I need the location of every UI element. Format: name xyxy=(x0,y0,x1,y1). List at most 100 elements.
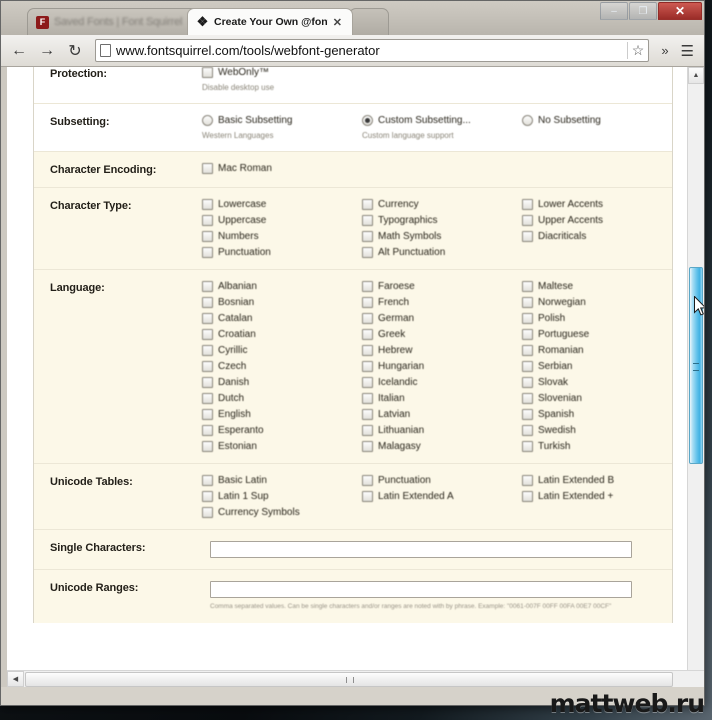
checkbox-icon[interactable] xyxy=(362,491,373,502)
checkbox-icon[interactable] xyxy=(202,441,213,452)
checkbox-icon[interactable] xyxy=(362,247,373,258)
checkbox-icon[interactable] xyxy=(522,281,533,292)
option-checkbox[interactable]: Lithuanian xyxy=(362,425,522,436)
option-checkbox[interactable]: Catalan xyxy=(202,313,362,324)
option-checkbox[interactable]: French xyxy=(362,297,522,308)
option-checkbox[interactable]: Bosnian xyxy=(202,297,362,308)
option-checkbox[interactable]: Italian xyxy=(362,393,522,404)
checkbox-icon[interactable] xyxy=(362,345,373,356)
checkbox-icon[interactable] xyxy=(362,215,373,226)
option-checkbox[interactable]: Danish xyxy=(202,377,362,388)
option-checkbox[interactable]: Latin Extended + xyxy=(522,491,682,502)
option-checkbox[interactable]: English xyxy=(202,409,362,420)
scroll-left-icon[interactable]: ◀ xyxy=(7,671,24,687)
checkbox-icon[interactable] xyxy=(522,377,533,388)
radio-icon[interactable] xyxy=(202,115,213,126)
option-checkbox[interactable]: Cyrillic xyxy=(202,345,362,356)
option-checkbox[interactable]: Diacriticals xyxy=(522,231,682,242)
horizontal-scrollbar[interactable]: ◀ xyxy=(7,670,704,687)
single-characters-input[interactable] xyxy=(210,541,632,558)
checkbox-icon[interactable] xyxy=(362,297,373,308)
checkbox-icon[interactable] xyxy=(522,409,533,420)
option-checkbox[interactable]: Norwegian xyxy=(522,297,682,308)
option-checkbox[interactable]: Latin 1 Sup xyxy=(202,491,362,502)
checkbox-icon[interactable] xyxy=(202,199,213,210)
option-checkbox[interactable]: Basic Latin xyxy=(202,475,362,486)
new-tab-button[interactable] xyxy=(349,8,389,35)
checkbox-icon[interactable] xyxy=(362,329,373,340)
checkbox-icon[interactable] xyxy=(522,361,533,372)
option-checkbox[interactable]: German xyxy=(362,313,522,324)
checkbox-icon[interactable] xyxy=(362,199,373,210)
checkbox-icon[interactable] xyxy=(522,313,533,324)
option-checkbox[interactable]: Alt Punctuation xyxy=(362,247,522,258)
option-checkbox[interactable]: Hungarian xyxy=(362,361,522,372)
checkbox-icon[interactable] xyxy=(202,393,213,404)
checkbox-icon[interactable] xyxy=(362,313,373,324)
option-checkbox[interactable]: Slovenian xyxy=(522,393,682,404)
option-checkbox[interactable]: Esperanto xyxy=(202,425,362,436)
checkbox-icon[interactable] xyxy=(362,281,373,292)
checkbox-icon[interactable] xyxy=(202,507,213,518)
checkbox-icon[interactable] xyxy=(202,313,213,324)
checkbox-icon[interactable] xyxy=(522,297,533,308)
option-checkbox[interactable]: Greek xyxy=(362,329,522,340)
option-checkbox[interactable]: Mac Roman xyxy=(202,163,362,174)
option-checkbox[interactable]: Dutch xyxy=(202,393,362,404)
option-checkbox[interactable]: Swedish xyxy=(522,425,682,436)
radio-icon[interactable] xyxy=(522,115,533,126)
checkbox-icon[interactable] xyxy=(202,491,213,502)
overflow-chevron-icon[interactable]: » xyxy=(657,39,672,63)
tab-create-your-own-font[interactable]: ❖ Create Your Own @font-f ✕ xyxy=(187,8,353,35)
horizontal-scrollbar-thumb[interactable] xyxy=(25,671,673,687)
option-checkbox[interactable]: Albanian xyxy=(202,281,362,292)
option-checkbox[interactable]: Uppercase xyxy=(202,215,362,226)
vertical-scrollbar[interactable]: ▲ ▼ xyxy=(687,67,704,687)
checkbox-icon[interactable] xyxy=(362,475,373,486)
checkbox-icon[interactable] xyxy=(522,329,533,340)
option-checkbox[interactable]: Latin Extended A xyxy=(362,491,522,502)
radio-icon[interactable] xyxy=(362,115,373,126)
checkbox-icon[interactable] xyxy=(202,163,213,174)
option-checkbox[interactable]: Romanian xyxy=(522,345,682,356)
option-checkbox[interactable]: Upper Accents xyxy=(522,215,682,226)
option-checkbox[interactable]: Maltese xyxy=(522,281,682,292)
option-checkbox[interactable]: Punctuation xyxy=(362,475,522,486)
vertical-scrollbar-thumb[interactable] xyxy=(689,267,704,464)
checkbox-icon[interactable] xyxy=(202,475,213,486)
checkbox-icon[interactable] xyxy=(362,361,373,372)
checkbox-icon[interactable] xyxy=(202,247,213,258)
option-checkbox[interactable]: WebOnly™ xyxy=(202,67,362,78)
option-checkbox[interactable]: Polish xyxy=(522,313,682,324)
option-checkbox[interactable]: Portuguese xyxy=(522,329,682,340)
checkbox-icon[interactable] xyxy=(202,377,213,388)
minimize-button[interactable]: – xyxy=(600,2,628,20)
checkbox-icon[interactable] xyxy=(202,215,213,226)
option-checkbox[interactable]: Lower Accents xyxy=(522,199,682,210)
checkbox-icon[interactable] xyxy=(522,215,533,226)
option-checkbox[interactable]: Math Symbols xyxy=(362,231,522,242)
checkbox-icon[interactable] xyxy=(202,361,213,372)
unicode-ranges-input[interactable] xyxy=(210,581,632,598)
close-window-button[interactable]: ✕ xyxy=(658,2,702,20)
checkbox-icon[interactable] xyxy=(362,409,373,420)
bookmark-star-icon[interactable]: ☆ xyxy=(626,42,644,59)
checkbox-icon[interactable] xyxy=(522,475,533,486)
tab-saved-fonts[interactable]: F Saved Fonts | Font Squirrel xyxy=(27,8,199,35)
option-checkbox[interactable]: Lowercase xyxy=(202,199,362,210)
checkbox-icon[interactable] xyxy=(522,231,533,242)
option-checkbox[interactable]: Numbers xyxy=(202,231,362,242)
option-checkbox[interactable]: Serbian xyxy=(522,361,682,372)
option-radio[interactable]: No Subsetting xyxy=(522,115,682,126)
checkbox-icon[interactable] xyxy=(522,199,533,210)
option-checkbox[interactable]: Typographics xyxy=(362,215,522,226)
reload-icon[interactable]: ↻ xyxy=(63,39,87,63)
option-checkbox[interactable]: Spanish xyxy=(522,409,682,420)
option-checkbox[interactable]: Latin Extended B xyxy=(522,475,682,486)
checkbox-icon[interactable] xyxy=(202,67,213,78)
checkbox-icon[interactable] xyxy=(202,345,213,356)
checkbox-icon[interactable] xyxy=(202,425,213,436)
scroll-up-icon[interactable]: ▲ xyxy=(688,67,704,84)
option-checkbox[interactable]: Slovak xyxy=(522,377,682,388)
checkbox-icon[interactable] xyxy=(202,297,213,308)
